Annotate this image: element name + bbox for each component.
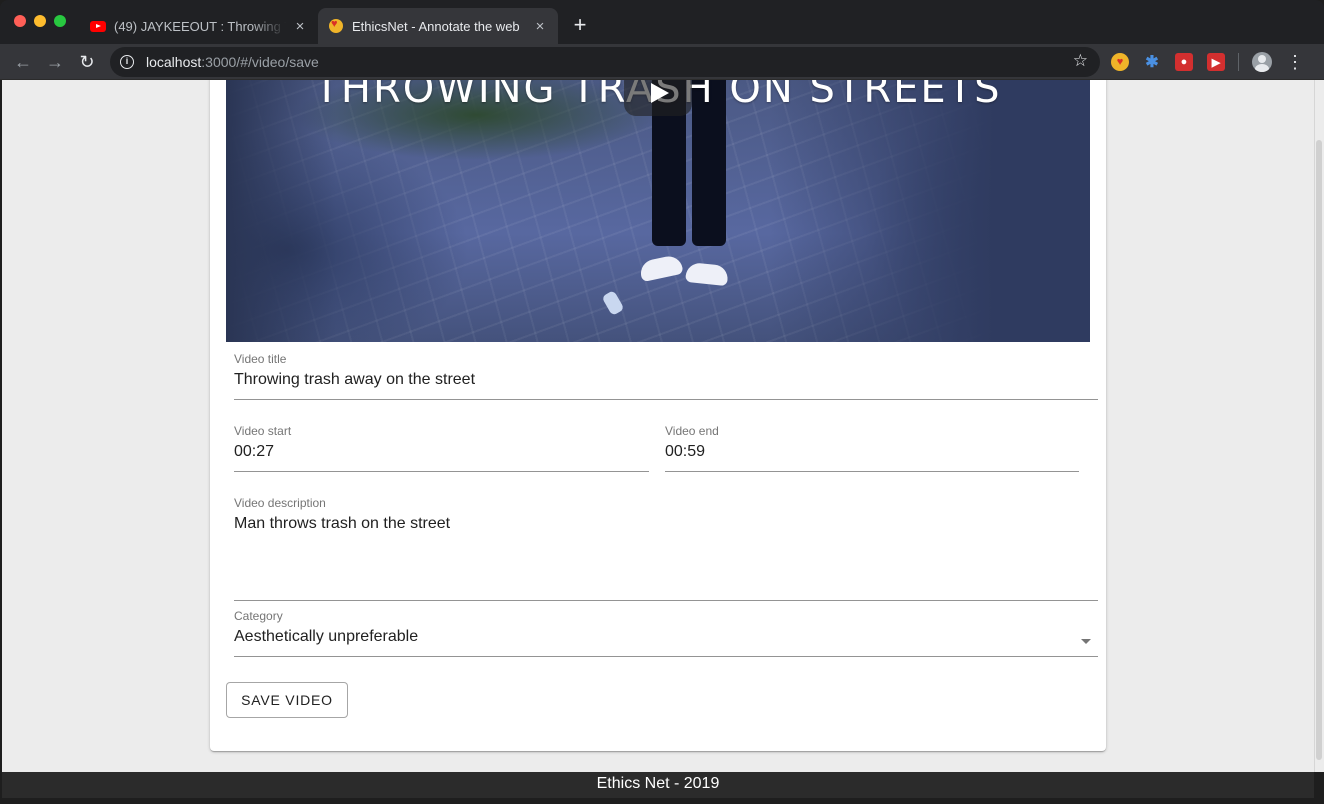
- input-underline: [665, 471, 1079, 472]
- browser-tab-strip: (49) JAYKEEOUT : Throwing Tr × EthicsNet…: [0, 0, 1324, 44]
- category-selected-value[interactable]: Aesthetically unpreferable: [234, 628, 418, 646]
- toolbar-divider: [1238, 53, 1239, 71]
- video-title-input[interactable]: Throwing trash away on the street: [234, 371, 475, 389]
- ethicsnet-extension-icon[interactable]: ♥: [1111, 53, 1129, 71]
- tab-youtube[interactable]: (49) JAYKEEOUT : Throwing Tr ×: [80, 8, 318, 44]
- video-start-field[interactable]: Video start 00:27: [234, 424, 649, 472]
- kebab-menu-icon[interactable]: ⋮: [1286, 50, 1304, 74]
- play-icon[interactable]: [624, 80, 692, 116]
- bookmark-star-icon[interactable]: ☆: [1073, 51, 1088, 71]
- minimize-window-button[interactable]: [34, 15, 46, 27]
- save-video-button[interactable]: SAVE VIDEO: [226, 682, 348, 718]
- close-window-button[interactable]: [14, 15, 26, 27]
- close-tab-icon[interactable]: ×: [292, 18, 308, 35]
- close-tab-icon[interactable]: ×: [532, 18, 548, 35]
- video-start-label: Video start: [234, 424, 292, 438]
- ethicsnet-heart-icon: [328, 18, 344, 34]
- dropdown-arrow-icon[interactable]: [1081, 639, 1091, 644]
- maximize-window-button[interactable]: [54, 15, 66, 27]
- youtube-icon: [90, 18, 106, 34]
- reload-icon[interactable]: ↻: [75, 50, 99, 74]
- video-end-input[interactable]: 00:59: [665, 443, 705, 461]
- video-title-field[interactable]: Video title Throwing trash away on the s…: [234, 352, 1098, 400]
- tab-title: (49) JAYKEEOUT : Throwing Tr: [114, 18, 286, 34]
- page-footer: Ethics Net - 2019: [2, 772, 1314, 798]
- input-underline: [234, 600, 1098, 601]
- browser-toolbar: ← → ↻ i localhost:3000/#/video/save ☆ ♥ …: [0, 44, 1324, 80]
- video-player[interactable]: THROWING TRASH ON STREETS: [226, 80, 1090, 342]
- page-viewport: THROWING TRASH ON STREETS Video title Th…: [2, 80, 1314, 772]
- input-underline: [234, 399, 1098, 400]
- red-extension-icon[interactable]: ●: [1175, 53, 1193, 71]
- video-form-card: THROWING TRASH ON STREETS Video title Th…: [210, 80, 1106, 751]
- scrollbar-thumb[interactable]: [1316, 140, 1322, 760]
- profile-avatar-icon[interactable]: [1252, 52, 1272, 72]
- video-end-field[interactable]: Video end 00:59: [665, 424, 1079, 472]
- input-underline: [234, 656, 1098, 657]
- new-tab-button[interactable]: +: [568, 13, 592, 37]
- video-end-label: Video end: [665, 424, 719, 438]
- forward-arrow-icon[interactable]: →: [43, 50, 67, 74]
- url-path: :3000/#/video/save: [201, 54, 319, 70]
- video-description-field[interactable]: Video description Man throws trash on th…: [234, 496, 1098, 601]
- tab-ethicsnet[interactable]: EthicsNet - Annotate the web ×: [318, 8, 558, 44]
- media-extension-icon[interactable]: ▶: [1207, 53, 1225, 71]
- url-host: localhost: [146, 54, 202, 70]
- video-start-input[interactable]: 00:27: [234, 443, 274, 461]
- info-icon[interactable]: i: [120, 55, 134, 69]
- video-title-label: Video title: [234, 352, 287, 366]
- video-description-label: Video description: [234, 496, 326, 510]
- puzzle-extension-icon[interactable]: ✱: [1143, 53, 1161, 71]
- category-select[interactable]: Category Aesthetically unpreferable: [234, 609, 1098, 657]
- tab-title: EthicsNet - Annotate the web: [352, 18, 520, 34]
- back-arrow-icon[interactable]: ←: [11, 50, 35, 74]
- address-bar[interactable]: i localhost:3000/#/video/save ☆: [110, 47, 1100, 77]
- video-description-textarea[interactable]: Man throws trash on the street: [234, 515, 450, 533]
- input-underline: [234, 471, 649, 472]
- category-label: Category: [234, 609, 283, 623]
